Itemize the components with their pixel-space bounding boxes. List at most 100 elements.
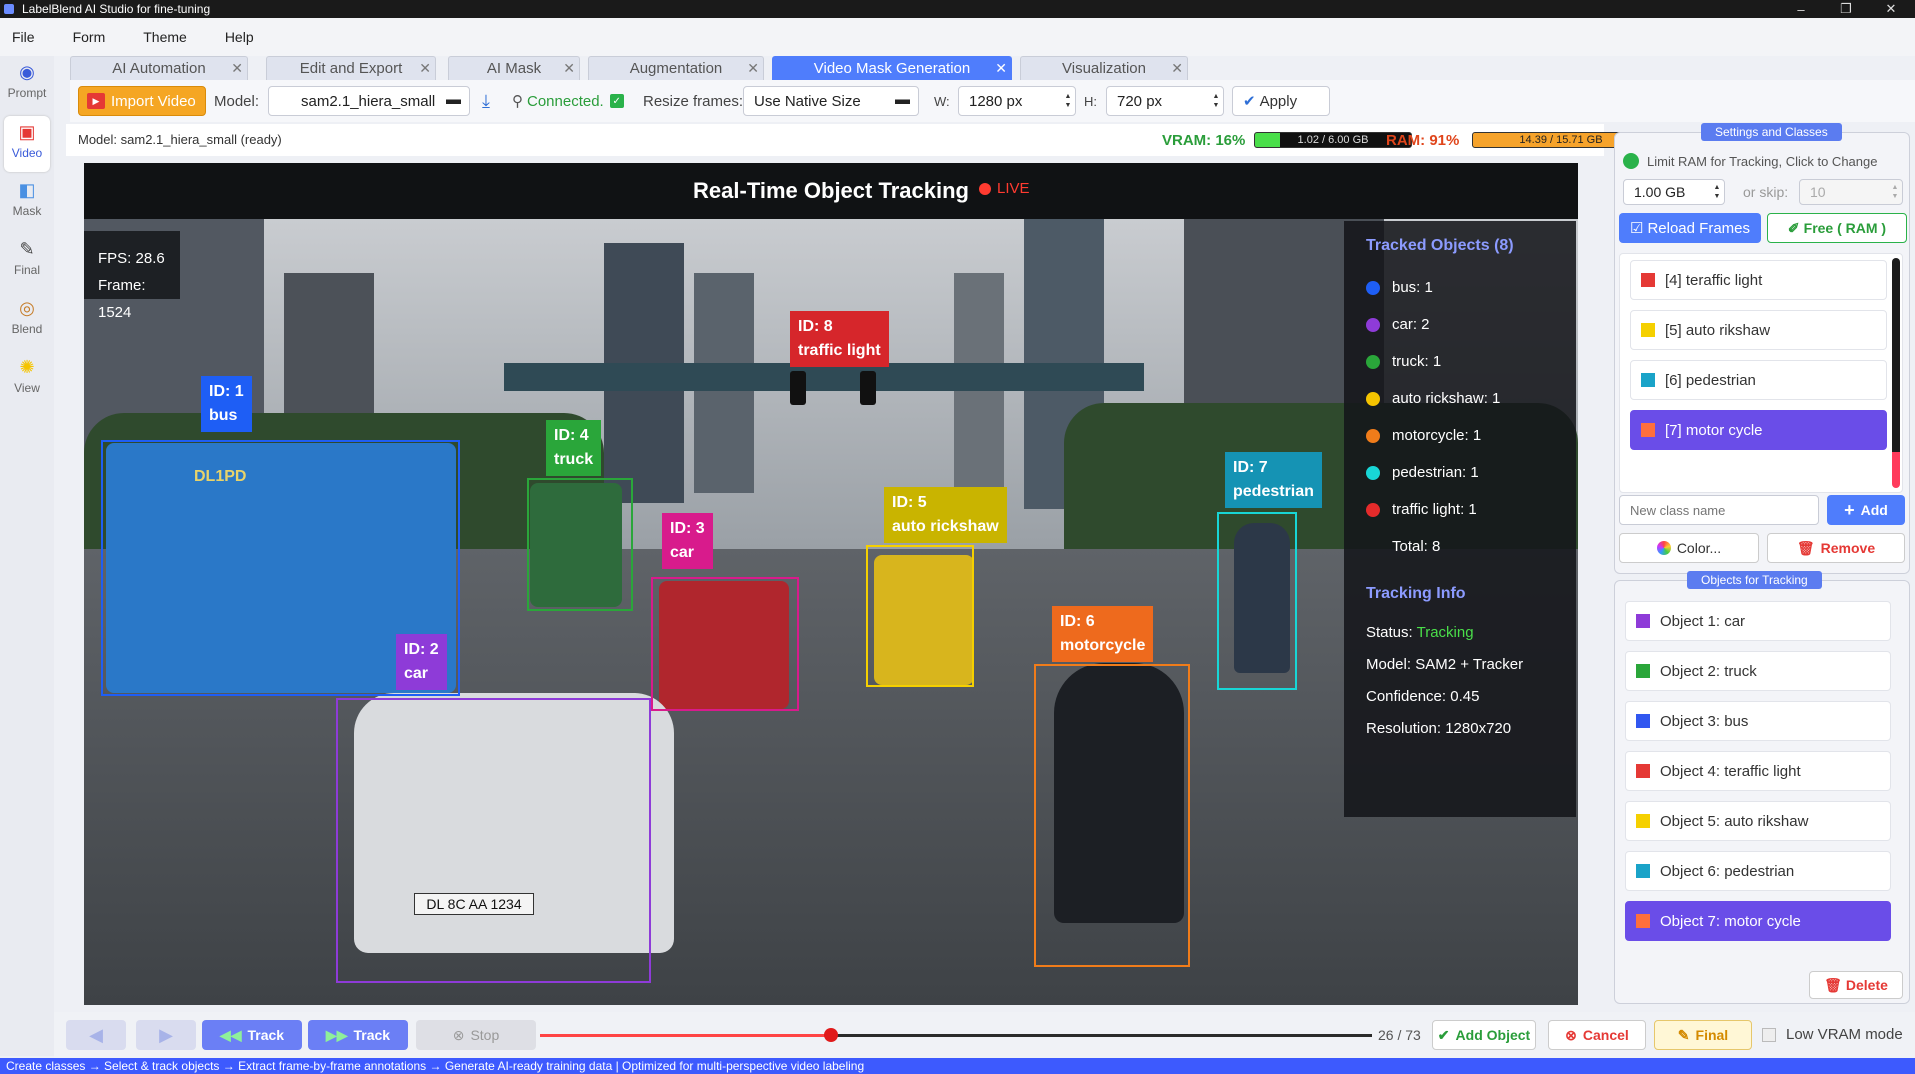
track-backward-button[interactable]: ◀◀ Track xyxy=(202,1020,302,1050)
minimize-icon[interactable]: – xyxy=(1779,0,1823,18)
menu-theme[interactable]: Theme xyxy=(143,29,187,45)
prev-frame-button[interactable]: ◀ xyxy=(66,1020,126,1050)
tracking-resolution: Resolution: 1280x720 xyxy=(1366,720,1512,737)
object-item-pedestrian[interactable]: Object 6: pedestrian xyxy=(1625,851,1891,891)
scrollbar-thumb[interactable] xyxy=(1892,258,1900,488)
color-swatch xyxy=(1641,273,1655,287)
object-item-traffic-light[interactable]: Object 4: teraffic light xyxy=(1625,751,1891,791)
model-select[interactable]: sam2.1_hiera_small ▬ xyxy=(268,86,470,116)
height-stepper[interactable]: ▲ ▼ xyxy=(1209,87,1223,115)
tab-close-icon[interactable]: ✕ xyxy=(231,60,243,77)
maximize-icon[interactable]: ❐ xyxy=(1824,0,1868,18)
tracked-total: Total: 8 xyxy=(1392,538,1441,555)
frame-slider-handle[interactable] xyxy=(824,1028,839,1042)
tab-ai-automation[interactable]: AI Automation ✕ xyxy=(70,56,248,80)
connection-status: ⚲ Connected. ✓ xyxy=(512,86,624,116)
menu-file[interactable]: File xyxy=(12,29,35,45)
import-video-button[interactable]: ▶ Import Video xyxy=(78,86,206,116)
delete-object-button[interactable]: 🗑 Delete xyxy=(1809,971,1903,999)
new-class-input[interactable] xyxy=(1619,495,1819,525)
tracked-objects-panel: Tracked Objects (8) bus: 1 car: 2 truck:… xyxy=(1344,221,1576,817)
sidebar-item-video[interactable]: ▣ Video xyxy=(4,116,50,172)
frame-slider-fill xyxy=(540,1034,832,1037)
object-item-auto-rikshaw[interactable]: Object 5: auto rikshaw xyxy=(1625,801,1891,841)
object-item-truck[interactable]: Object 2: truck xyxy=(1625,651,1891,691)
color-button[interactable]: Color... xyxy=(1619,533,1759,563)
sidebar-item-view[interactable]: ✺ View xyxy=(4,351,50,407)
class-list-scrollbar[interactable] xyxy=(1892,258,1900,488)
arrow-left-icon: ◀ xyxy=(89,1024,103,1045)
sidebar-item-mask[interactable]: ◧ Mask xyxy=(4,174,50,230)
tab-close-icon[interactable]: ✕ xyxy=(1171,60,1183,77)
class-item-pedestrian[interactable]: [6] pedestrian xyxy=(1630,360,1887,400)
reload-frames-button[interactable]: ☑ Reload Frames xyxy=(1619,213,1761,243)
tab-video-mask-generation[interactable]: Video Mask Generation ✕ xyxy=(772,56,1012,80)
width-input[interactable]: 1280 px ▲ ▼ xyxy=(958,86,1076,116)
remove-class-button[interactable]: 🗑 Remove xyxy=(1767,533,1905,563)
detection-label-motorcycle: ID: 6 motorcycle xyxy=(1052,606,1154,662)
resize-select[interactable]: Use Native Size ▬ xyxy=(743,86,919,116)
menu-help[interactable]: Help xyxy=(225,29,254,45)
tab-augmentation[interactable]: Augmentation ✕ xyxy=(588,56,764,80)
detection-box-car-2[interactable] xyxy=(336,698,651,983)
skip-stepper[interactable]: ▲ ▼ xyxy=(1888,180,1902,204)
detection-box-motorcycle[interactable] xyxy=(1034,664,1190,967)
tab-ai-mask[interactable]: AI Mask ✕ xyxy=(448,56,580,80)
download-icon[interactable]: ⤓ xyxy=(482,86,504,116)
objects-for-tracking-group: Objects for Tracking Object 1: car Objec… xyxy=(1614,571,1910,1004)
menu-form[interactable]: Form xyxy=(73,29,106,45)
final-button[interactable]: ✎ Final xyxy=(1654,1020,1752,1050)
live-badge: LIVE xyxy=(979,180,1030,197)
sidebar-item-blend[interactable]: ◎ Blend xyxy=(4,292,50,348)
tab-close-icon[interactable]: ✕ xyxy=(747,60,759,77)
free-ram-button[interactable]: ✐ Free ( RAM ) xyxy=(1767,213,1907,243)
traffic-light-shape xyxy=(790,371,806,405)
tab-close-icon[interactable]: ✕ xyxy=(419,60,431,77)
object-item-car[interactable]: Object 1: car xyxy=(1625,601,1891,641)
height-label: H: xyxy=(1084,93,1097,109)
width-stepper[interactable]: ▲ ▼ xyxy=(1061,87,1075,115)
tracking-info-title: Tracking Info xyxy=(1366,585,1466,602)
detection-box-truck[interactable] xyxy=(527,478,633,611)
ram-limit-input[interactable]: 1.00 GB ▲ ▼ xyxy=(1623,179,1725,205)
class-item-motor-cycle[interactable]: [7] motor cycle xyxy=(1630,410,1887,450)
close-icon[interactable]: ✕ xyxy=(1869,0,1913,18)
apply-button[interactable]: ✔ Apply xyxy=(1232,86,1330,116)
playback-bar: ◀ ▶ ◀◀ Track ▶▶ Track ⊗ Stop 26 / 73 ✔ Add O… xyxy=(54,1012,1915,1058)
new-class-text[interactable] xyxy=(1630,496,1810,524)
tab-close-icon[interactable]: ✕ xyxy=(563,60,575,77)
broom-icon: ✐ xyxy=(1787,219,1800,236)
class-item-traffic-light[interactable]: [4] teraffic light xyxy=(1630,260,1887,300)
limit-ram-toggle[interactable]: Limit RAM for Tracking, Click to Change xyxy=(1623,153,1877,169)
stop-button[interactable]: ⊗ Stop xyxy=(416,1020,536,1050)
low-vram-checkbox[interactable] xyxy=(1762,1027,1776,1042)
fps-box: FPS: 28.6 Frame: 1524 xyxy=(84,231,180,321)
next-frame-button[interactable]: ▶ xyxy=(136,1020,196,1050)
tab-edit-and-export[interactable]: Edit and Export ✕ xyxy=(266,56,436,80)
class-item-auto-rikshaw[interactable]: [5] auto rikshaw xyxy=(1630,310,1887,350)
tracking-confidence: Confidence: 0.45 xyxy=(1366,688,1480,705)
tab-visualization[interactable]: Visualization ✕ xyxy=(1020,56,1188,80)
footer-hint: Create classes → Select & track objects … xyxy=(0,1058,1915,1074)
detection-box-pedestrian[interactable] xyxy=(1217,512,1297,690)
detection-box-auto-rickshaw[interactable] xyxy=(866,545,974,687)
object-item-motor-cycle[interactable]: Object 7: motor cycle xyxy=(1625,901,1891,941)
tab-close-icon[interactable]: ✕ xyxy=(995,60,1007,77)
sidebar-item-final[interactable]: ✎ Final xyxy=(4,233,50,289)
bus-dot-icon xyxy=(1366,280,1380,295)
detection-box-car-3[interactable] xyxy=(651,577,799,711)
video-canvas[interactable]: Real-Time Object Tracking LIVE FPS: 28.6… xyxy=(84,163,1578,1005)
sidebar-item-prompt[interactable]: ◉ Prompt xyxy=(4,56,50,112)
add-object-button[interactable]: ✔ Add Object xyxy=(1432,1020,1536,1050)
object-item-bus[interactable]: Object 3: bus xyxy=(1625,701,1891,741)
add-class-button[interactable]: + Add xyxy=(1827,495,1905,525)
tracking-status: Status: Tracking xyxy=(1366,624,1474,641)
cancel-button[interactable]: ⊗ Cancel xyxy=(1548,1020,1646,1050)
track-forward-button[interactable]: ▶▶ Track xyxy=(308,1020,408,1050)
skip-input[interactable]: 10 ▲ ▼ xyxy=(1799,179,1903,205)
ram-limit-stepper[interactable]: ▲ ▼ xyxy=(1710,180,1724,204)
tracked-objects-title: Tracked Objects (8) xyxy=(1366,237,1514,254)
low-vram-toggle[interactable]: Low VRAM mode xyxy=(1762,1026,1903,1043)
height-input[interactable]: 720 px ▲ ▼ xyxy=(1106,86,1224,116)
frame-slider-track[interactable] xyxy=(540,1028,1372,1042)
